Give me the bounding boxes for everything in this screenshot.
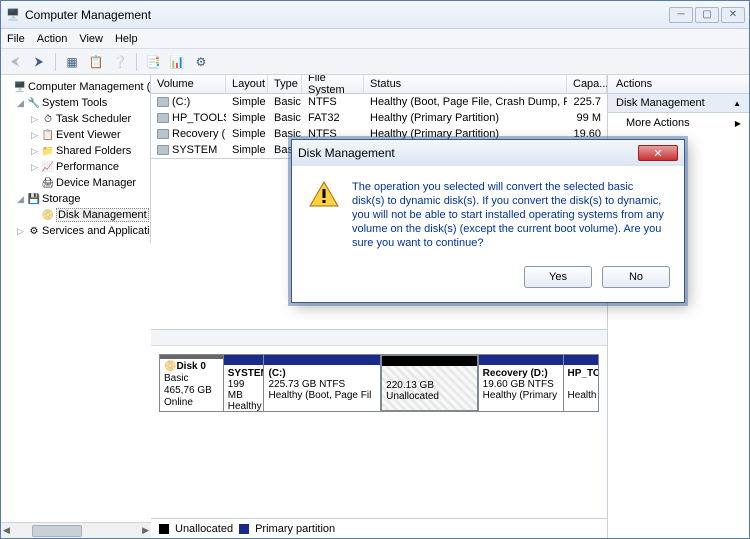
- properties-icon[interactable]: 📋: [86, 52, 106, 72]
- col-volume[interactable]: Volume: [151, 75, 226, 93]
- chevron-right-icon: ▶: [735, 119, 741, 128]
- dialog-body: The operation you selected will convert …: [292, 166, 684, 258]
- menu-file[interactable]: File: [7, 33, 25, 45]
- close-button[interactable]: ✕: [721, 7, 745, 23]
- separator: [55, 53, 56, 71]
- yes-button[interactable]: Yes: [524, 266, 592, 288]
- minimize-button[interactable]: ─: [669, 7, 693, 23]
- disk-row: 📀Disk 0 Basic 465,76 GB Online SYSTEM199…: [159, 354, 599, 412]
- confirm-dialog: Disk Management ✕ The operation you sele…: [291, 139, 685, 303]
- no-button[interactable]: No: [602, 266, 670, 288]
- warning-icon: [308, 180, 340, 208]
- disk-icon: 📀: [164, 361, 176, 372]
- tree-hscrollbar[interactable]: ◀ ▶: [1, 522, 151, 538]
- col-layout[interactable]: Layout: [226, 75, 268, 93]
- computer-management-window: 🖥️ Computer Management ─ ▢ ✕ File Action…: [0, 0, 750, 539]
- drive-icon: [157, 145, 169, 155]
- volume-row[interactable]: HP_TOOLSSimpleBasicFAT32Healthy (Primary…: [151, 110, 607, 126]
- tree-disk-management[interactable]: 📀Disk Management: [1, 207, 150, 223]
- partition-unallocated[interactable]: 220.13 GBUnallocated: [381, 354, 478, 412]
- refresh-icon[interactable]: 📑: [143, 52, 163, 72]
- disk-pane-toolbar: [151, 330, 607, 346]
- forward-icon[interactable]: ⮞: [29, 52, 49, 72]
- tree-task-scheduler[interactable]: ▷⏱Task Scheduler: [1, 111, 150, 127]
- tree-device-manager[interactable]: 🖨Device Manager: [1, 175, 150, 191]
- tree-performance[interactable]: ▷📈Performance: [1, 159, 150, 175]
- partition-c[interactable]: (C:)225.73 GB NTFSHealthy (Boot, Page Fi…: [264, 354, 381, 412]
- dialog-text: The operation you selected will convert …: [352, 180, 668, 250]
- separator: [136, 53, 137, 71]
- tree-shared-folders[interactable]: ▷📁Shared Folders: [1, 143, 150, 159]
- disk-graphic-pane: 📀Disk 0 Basic 465,76 GB Online SYSTEM199…: [151, 329, 607, 538]
- help-icon[interactable]: ❔: [110, 52, 130, 72]
- tree-services[interactable]: ▷⚙Services and Applications: [1, 223, 150, 239]
- scrollbar-thumb[interactable]: [32, 525, 82, 537]
- app-icon: 🖥️: [5, 7, 21, 23]
- partition-recovery[interactable]: Recovery (D:)19.60 GB NTFSHealthy (Prima…: [479, 354, 564, 412]
- drive-icon: [157, 129, 169, 139]
- actions-more[interactable]: More Actions▶: [608, 113, 749, 133]
- menu-help[interactable]: Help: [115, 33, 138, 45]
- dialog-close-button[interactable]: ✕: [638, 145, 678, 161]
- tree-storage[interactable]: ◢💾Storage: [1, 191, 150, 207]
- col-filesystem[interactable]: File System: [302, 75, 364, 93]
- dialog-titlebar: Disk Management ✕: [292, 140, 684, 166]
- disk-header[interactable]: 📀Disk 0 Basic 465,76 GB Online: [159, 354, 224, 412]
- tree-root[interactable]: 🖥️Computer Management (Local): [1, 79, 150, 95]
- dialog-buttons: Yes No: [292, 258, 684, 302]
- dialog-title: Disk Management: [298, 146, 638, 160]
- volume-list-header: Volume Layout Type File System Status Ca…: [151, 75, 607, 94]
- nav-tree[interactable]: 🖥️Computer Management (Local) ◢🔧System T…: [1, 75, 151, 243]
- toolbar: ⮜ ⮞ ▦ 📋 ❔ 📑 📊 ⚙: [1, 49, 749, 75]
- tree-event-viewer[interactable]: ▷📋Event Viewer: [1, 127, 150, 143]
- drive-icon: [157, 113, 169, 123]
- actions-section-disk-mgmt[interactable]: Disk Management▲: [608, 94, 749, 113]
- legend-label: Primary partition: [255, 523, 335, 535]
- col-capacity[interactable]: Capa...: [567, 75, 607, 93]
- col-type[interactable]: Type: [268, 75, 302, 93]
- partition-system[interactable]: SYSTEM199 MBHealthy: [224, 354, 265, 412]
- back-icon: ⮜: [5, 52, 25, 72]
- window-title: Computer Management: [25, 8, 669, 22]
- volume-row[interactable]: (C:)SimpleBasicNTFSHealthy (Boot, Page F…: [151, 94, 607, 110]
- menu-view[interactable]: View: [79, 33, 103, 45]
- drive-icon: [157, 97, 169, 107]
- legend: Unallocated Primary partition: [151, 518, 607, 538]
- tree-system-tools[interactable]: ◢🔧System Tools: [1, 95, 150, 111]
- list-icon[interactable]: 📊: [167, 52, 187, 72]
- titlebar: 🖥️ Computer Management ─ ▢ ✕: [1, 1, 749, 29]
- legend-label: Unallocated: [175, 523, 233, 535]
- legend-swatch-unallocated: [159, 524, 169, 534]
- menubar: File Action View Help: [1, 29, 749, 49]
- legend-swatch-primary: [239, 524, 249, 534]
- settings-icon[interactable]: ⚙: [191, 52, 211, 72]
- partition-hptools[interactable]: HP_TOHealth: [564, 354, 599, 412]
- menu-action[interactable]: Action: [37, 33, 68, 45]
- maximize-button[interactable]: ▢: [695, 7, 719, 23]
- col-status[interactable]: Status: [364, 75, 567, 93]
- actions-header: Actions: [608, 75, 749, 94]
- collapse-icon: ▲: [733, 99, 741, 108]
- show-hide-tree-icon[interactable]: ▦: [62, 52, 82, 72]
